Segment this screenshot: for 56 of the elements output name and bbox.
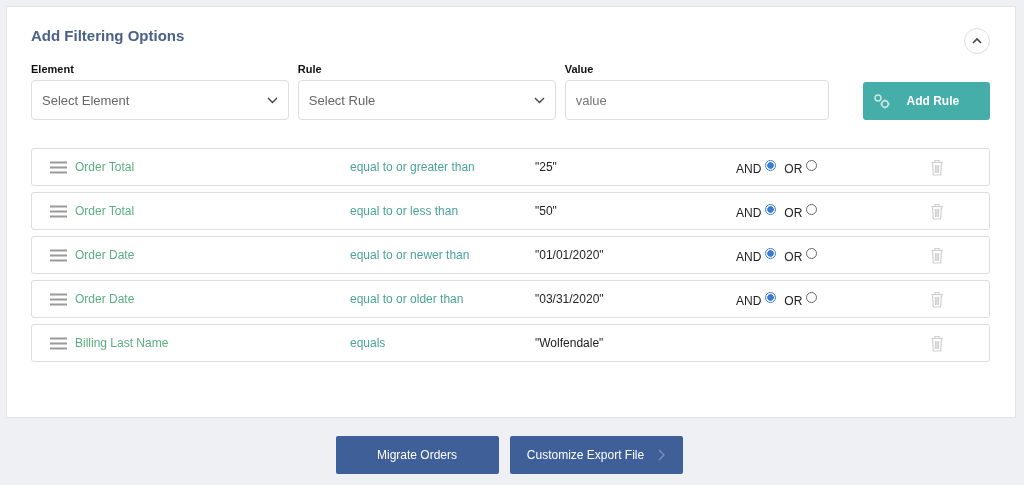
value-text: "25" [535, 160, 558, 174]
radio-button[interactable] [806, 203, 818, 215]
collapse-button[interactable] [964, 28, 990, 54]
field-label: Rule [297, 63, 323, 75]
connector-label: AND [736, 250, 762, 264]
field-label: Element [31, 63, 75, 75]
chevron-up-icon [971, 37, 983, 45]
connector-label: OR [784, 206, 803, 220]
element-name: Billing Last Name [75, 336, 170, 350]
value-text: "50" [535, 204, 558, 218]
drag-handle-icon[interactable] [50, 160, 67, 174]
radio-button[interactable] [765, 247, 777, 259]
chevron-down-icon [533, 96, 545, 104]
rule-text: equals [350, 336, 387, 350]
radio-button[interactable] [806, 247, 818, 259]
connector-label: AND [736, 162, 762, 176]
drag-handle-icon[interactable] [50, 248, 67, 262]
field-label: Value [564, 63, 595, 75]
trash-icon[interactable] [930, 158, 944, 176]
select-field[interactable]: Select Element [31, 80, 289, 120]
connector-label: OR [784, 250, 803, 264]
connector-label: AND [736, 206, 762, 220]
rule-text: equal to or greater than [350, 160, 476, 174]
chevron-down-icon [266, 96, 278, 104]
element-name: Order Date [75, 248, 136, 262]
radio-button[interactable] [806, 291, 818, 303]
value-text: "03/31/2020" [535, 292, 605, 306]
footer-button[interactable]: Customize Export File [509, 436, 683, 474]
radio-button[interactable] [765, 291, 777, 303]
element-name: Order Total [75, 160, 136, 174]
footer-button[interactable]: Migrate Orders [335, 436, 499, 474]
panel-title: Add Filtering Options [31, 26, 185, 44]
radio-button[interactable] [765, 203, 777, 215]
value-text: "01/01/2020" [535, 248, 605, 262]
trash-icon[interactable] [930, 246, 944, 264]
select-field[interactable]: Select Rule [297, 80, 556, 120]
chevron-right-icon [658, 449, 666, 461]
trash-icon[interactable] [930, 290, 944, 308]
element-name: Order Total [75, 204, 136, 218]
gears-icon [872, 93, 891, 109]
drag-handle-icon[interactable] [50, 204, 67, 218]
value-field[interactable]: value [564, 80, 829, 120]
drag-handle-icon[interactable] [50, 336, 67, 350]
rule-text: equal to or less than [350, 204, 460, 218]
radio-button[interactable] [765, 159, 777, 171]
connector-label: AND [736, 294, 762, 308]
value-text: "Wolfendale" [535, 336, 605, 350]
element-name: Order Date [75, 292, 136, 306]
trash-icon[interactable] [930, 334, 944, 352]
rule-text: equal to or newer than [350, 248, 471, 262]
drag-handle-icon[interactable] [50, 292, 67, 306]
connector-label: OR [784, 294, 803, 308]
rule-text: equal to or older than [350, 292, 465, 306]
connector-label: OR [784, 162, 803, 176]
trash-icon[interactable] [930, 202, 944, 220]
radio-button[interactable] [806, 159, 818, 171]
